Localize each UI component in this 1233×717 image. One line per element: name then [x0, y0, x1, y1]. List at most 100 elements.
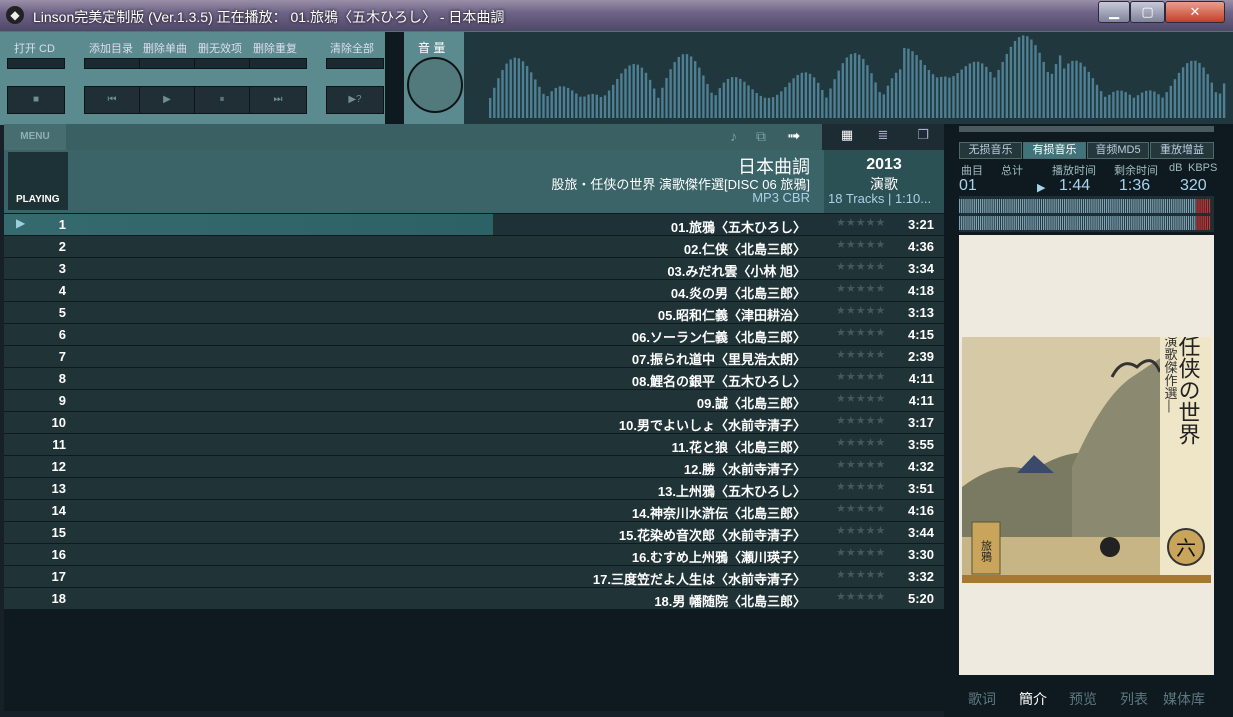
track-row[interactable]: 8 08.鯉名の銀平〈五木ひろし〉 ★★★★★ 4:11	[4, 368, 944, 389]
track-rating[interactable]: ★★★★★	[836, 458, 885, 471]
add-dir-button[interactable]	[84, 58, 140, 69]
tab-lyrics[interactable]: 歌词	[968, 689, 996, 709]
list-view-icon[interactable]: ≣	[868, 127, 898, 147]
track-row[interactable]: ▶ 1 01.旅鴉〈五木ひろし〉 ★★★★★ 3:21	[4, 214, 944, 235]
track-rating[interactable]: ★★★★★	[836, 414, 885, 427]
track-row[interactable]: 16 16.むすめ上州鴉〈瀬川瑛子〉 ★★★★★ 3:30	[4, 544, 944, 565]
export-icon[interactable]: ⧉	[756, 128, 766, 145]
tab-replay-gain[interactable]: 重放增益	[1150, 142, 1214, 159]
grid-view-icon[interactable]: ▦	[832, 127, 862, 147]
track-rating[interactable]: ★★★★★	[836, 436, 885, 449]
arrow-right-icon[interactable]: ➟	[787, 126, 800, 146]
track-rating[interactable]: ★★★★★	[836, 392, 885, 405]
music-note-icon[interactable]: ♪	[730, 128, 737, 144]
volume-knob[interactable]	[407, 57, 463, 113]
menu-button[interactable]: MENU	[4, 124, 66, 150]
seek-slider[interactable]	[959, 126, 1214, 132]
spectrum-bar	[1153, 91, 1156, 118]
close-button[interactable]: ✕	[1165, 1, 1225, 23]
maximize-button[interactable]: ▢	[1130, 1, 1165, 23]
track-rating[interactable]: ★★★★★	[836, 568, 885, 581]
meter-bar	[1011, 199, 1013, 213]
spectrum-bars	[489, 35, 1226, 119]
track-row[interactable]: 10 10.男でよいしょ〈水前寺清子〉 ★★★★★ 3:17	[4, 412, 944, 433]
track-row[interactable]: 5 05.昭和仁義〈津田耕治〉 ★★★★★ 3:13	[4, 302, 944, 323]
meter-bar	[1101, 199, 1103, 213]
track-rating[interactable]: ★★★★★	[836, 502, 885, 515]
open-cd-button[interactable]	[7, 58, 65, 69]
delete-duplicate-button[interactable]	[249, 58, 307, 69]
track-rating[interactable]: ★★★★★	[836, 480, 885, 493]
track-row[interactable]: 12 12.勝〈水前寺清子〉 ★★★★★ 4:32	[4, 456, 944, 477]
tab-intro[interactable]: 簡介	[1019, 689, 1047, 709]
track-rating[interactable]: ★★★★★	[836, 524, 885, 537]
track-rating[interactable]: ★★★★★	[836, 216, 885, 229]
stop-button[interactable]: ■	[7, 86, 65, 114]
track-row[interactable]: 3 03.みだれ雲〈小林 旭〉 ★★★★★ 3:34	[4, 258, 944, 279]
track-rating[interactable]: ★★★★★	[836, 546, 885, 559]
album-cover-art: 旅鴉 股旅・任侠の世界 ―演歌傑作選― 六	[962, 337, 1211, 583]
view-switcher: ▦ ≣ ❐	[822, 124, 944, 150]
clear-all-button[interactable]	[326, 58, 384, 69]
fox-logo-icon[interactable]: ◆	[6, 6, 24, 24]
meter-bar	[1007, 199, 1009, 213]
track-title: 03.みだれ雲〈小林 旭〉	[667, 264, 806, 279]
meter-bar	[1051, 199, 1053, 213]
spectrum-bar	[841, 63, 844, 118]
delete-single-button[interactable]	[139, 58, 195, 69]
spectrum-bar	[817, 82, 820, 118]
track-rating[interactable]: ★★★★★	[836, 370, 885, 383]
track-title: 05.昭和仁義〈津田耕治〉	[657, 308, 806, 323]
meter-bar	[1156, 199, 1158, 213]
meter-bar	[1129, 216, 1131, 230]
track-row[interactable]: 9 09.誠〈北島三郎〉 ★★★★★ 4:11	[4, 390, 944, 411]
spectrum-bar	[808, 73, 812, 118]
meter-bar	[1206, 199, 1208, 213]
track-rating[interactable]: ★★★★★	[836, 326, 885, 339]
meter-bar	[1019, 216, 1022, 230]
pause-button[interactable]: ⏸	[194, 86, 250, 114]
track-row[interactable]: 14 14.神奈川水滸伝〈北島三郎〉 ★★★★★ 4:16	[4, 500, 944, 521]
track-row[interactable]: 11 11.花と狼〈北島三郎〉 ★★★★★ 3:55	[4, 434, 944, 455]
play-state-icon: ▶	[1037, 182, 1046, 194]
track-row[interactable]: 6 06.ソーラン仁義〈北島三郎〉 ★★★★★ 4:15	[4, 324, 944, 345]
tab-library[interactable]: 媒体库	[1163, 689, 1205, 709]
track-row[interactable]: 15 15.花染め音次郎〈水前寺清子〉 ★★★★★ 3:44	[4, 522, 944, 543]
track-rating[interactable]: ★★★★★	[836, 304, 885, 317]
info-tabs: 无损音乐 有损音乐 音频MD5 重放增益	[959, 142, 1214, 159]
mini-view-icon[interactable]: ❐	[908, 127, 938, 147]
spectrum-bar	[657, 97, 660, 118]
track-row[interactable]: 17 17.三度笠だよ人生は〈水前寺清子〉 ★★★★★ 3:32	[4, 566, 944, 587]
spectrum-bar	[710, 92, 713, 118]
track-row[interactable]: 4 04.炎の男〈北島三郎〉 ★★★★★ 4:18	[4, 280, 944, 301]
tab-md5[interactable]: 音频MD5	[1087, 142, 1149, 159]
meter-bar	[961, 216, 963, 230]
playing-indicator[interactable]: PLAYING	[8, 152, 68, 210]
tab-preview[interactable]: 预览	[1069, 689, 1097, 709]
track-row[interactable]: 7 07.振られ道中〈里見浩太朗〉 ★★★★★ 2:39	[4, 346, 944, 367]
tab-list[interactable]: 列表	[1120, 689, 1148, 709]
track-rating[interactable]: ★★★★★	[836, 590, 885, 603]
meter-bar	[1135, 216, 1137, 230]
track-rating[interactable]: ★★★★★	[836, 282, 885, 295]
meter-bar	[1053, 216, 1055, 230]
unknown-button[interactable]: ▶?	[326, 86, 384, 114]
meter-bar	[1196, 216, 1198, 230]
track-row[interactable]: 2 02.仁侠〈北島三郎〉 ★★★★★ 4:36	[4, 236, 944, 257]
track-rating[interactable]: ★★★★★	[836, 238, 885, 251]
track-rating[interactable]: ★★★★★	[836, 348, 885, 361]
spectrum-bar	[1206, 74, 1209, 118]
track-row[interactable]: 18 18.男 幡随院〈北島三郎〉 ★★★★★ 5:20	[4, 588, 944, 609]
spectrum-bar	[722, 82, 726, 118]
tab-lossless[interactable]: 无损音乐	[959, 142, 1022, 159]
next-button[interactable]: ⏭	[249, 86, 307, 114]
tab-lossy[interactable]: 有损音乐	[1023, 142, 1086, 159]
track-duration: 3:34	[907, 261, 934, 276]
play-button[interactable]: ▶	[139, 86, 195, 114]
track-rating[interactable]: ★★★★★	[836, 260, 885, 273]
delete-invalid-button[interactable]	[194, 58, 250, 69]
track-row[interactable]: 13 13.上州鴉〈五木ひろし〉 ★★★★★ 3:51	[4, 478, 944, 499]
prev-button[interactable]: ⏮	[84, 86, 140, 114]
minimize-button[interactable]: ▁	[1098, 1, 1130, 23]
meter-bar	[1074, 216, 1076, 230]
